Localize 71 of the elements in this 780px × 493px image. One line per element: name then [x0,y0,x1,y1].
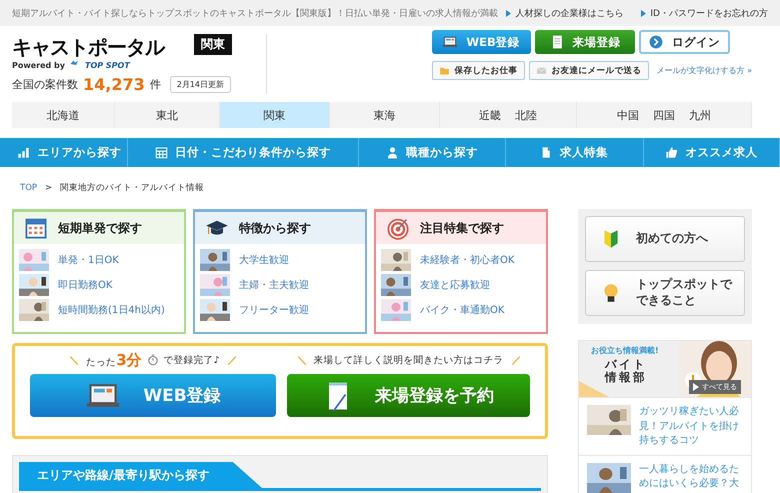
region-link[interactable]: 九州 [689,108,711,122]
region-link[interactable]: 北海道 [46,108,80,122]
folder-icon [438,65,450,76]
stopwatch-icon [146,354,159,366]
laptop-icon [442,34,458,50]
arrow-circle-icon [648,34,664,50]
region-link[interactable]: 北陸 [515,108,537,122]
category-link[interactable]: 大学生歓迎 [239,252,289,266]
breadcrumb-current: 関東地方のバイト・アルバイト情報 [60,182,204,194]
calendar-icon [24,216,48,240]
pencil-icon [224,354,238,366]
category-link[interactable]: フリーター歓迎 [239,302,309,316]
target-icon [386,216,410,240]
guide-button[interactable]: 初めての方へ [585,216,745,262]
triangle-icon [641,10,646,16]
registration-caption: で登録完了♪ [164,354,220,366]
registration-caption: たった 3分 [86,350,142,370]
thumbs-up-icon [665,146,678,159]
card-title: 特徴から探す [239,220,311,236]
region-link[interactable]: 東海 [374,108,396,122]
category-link[interactable]: 未経験者・初心者OK [420,252,514,266]
help-link[interactable]: メールが文字化けする方 » [656,65,752,76]
powered-by-text: Powered by [12,60,65,70]
pencil-icon [508,354,522,366]
category-link[interactable]: バイク・車通勤OK [420,302,504,316]
header-action-button[interactable]: お友達にメールで送る [528,61,649,80]
category-link[interactable]: 単発・1日OK [58,252,119,266]
category-link[interactable]: 友達と応募歓迎 [420,278,490,292]
guide-button[interactable]: トップスポットで できること [585,270,745,316]
category-link[interactable]: 主婦・主夫歓迎 [239,278,309,292]
region-tab[interactable]: 関東 [220,102,330,128]
bar-chart-icon [17,146,30,159]
region-link[interactable]: 中国 [617,108,639,122]
pencil-icon [68,354,82,366]
person-icon [386,146,400,159]
triangle-icon [506,10,512,16]
header-action-button[interactable]: 保存したお仕事 [432,61,525,80]
breadcrumb-separator: > [45,183,52,193]
register-button[interactable]: 来場登録 [534,30,635,54]
pencil-icon [296,354,308,366]
region-badge: 関東 [194,34,232,55]
card-title: 短期単発で探す [58,220,142,236]
registration-caption: 来場して詳しく説明を聞きたい方はコチラ [314,354,504,366]
brand-name: TOP SPOT [85,60,130,70]
job-count: 14,273 [83,75,145,94]
region-tab[interactable]: 中国 四国 九州 [577,102,752,128]
login-button[interactable]: ログイン [638,30,730,54]
banner-tagline: お役立ち情報満載! [591,345,659,356]
card-title: 注目特集で探す [420,220,504,236]
calendar-icon [155,146,168,159]
breadcrumb-link[interactable]: TOP [20,183,38,193]
region-link[interactable]: 東北 [156,108,178,122]
envelope-icon [536,65,547,76]
region-tab[interactable]: 北海道 [12,102,115,128]
header-link[interactable]: 人材探しの企業様はこちら [506,6,624,20]
region-tab[interactable]: 近畿 北陸 [440,102,577,128]
region-tab[interactable]: 東海 [330,102,440,128]
site-tagline: 短期アルバイト・バイト探しならトップスポットのキャストポータル【関東版】！日払い単発・日雇いの求人情報が満載 [12,7,498,20]
region-link[interactable]: 近畿 [479,108,501,122]
count-unit: 件 [150,77,161,92]
count-label: 全国の案件数 [12,77,78,92]
banner-title: バイト 情報部 [605,358,647,384]
category-link[interactable]: 即日勤務OK [58,278,112,292]
visit-reservation-button[interactable]: 来場登録を予約 [287,374,530,417]
play-icon [693,383,699,391]
header-link[interactable]: ID・パスワードをお忘れの方 [641,6,768,20]
region-link[interactable]: 関東 [264,108,286,122]
updated-date: 2月14日更新 [170,76,232,93]
site-logo[interactable]: キャストポータル [12,34,164,61]
category-link[interactable]: 短時間勤務(1日4h以内) [58,302,165,316]
region-link[interactable]: 四国 [653,108,675,122]
